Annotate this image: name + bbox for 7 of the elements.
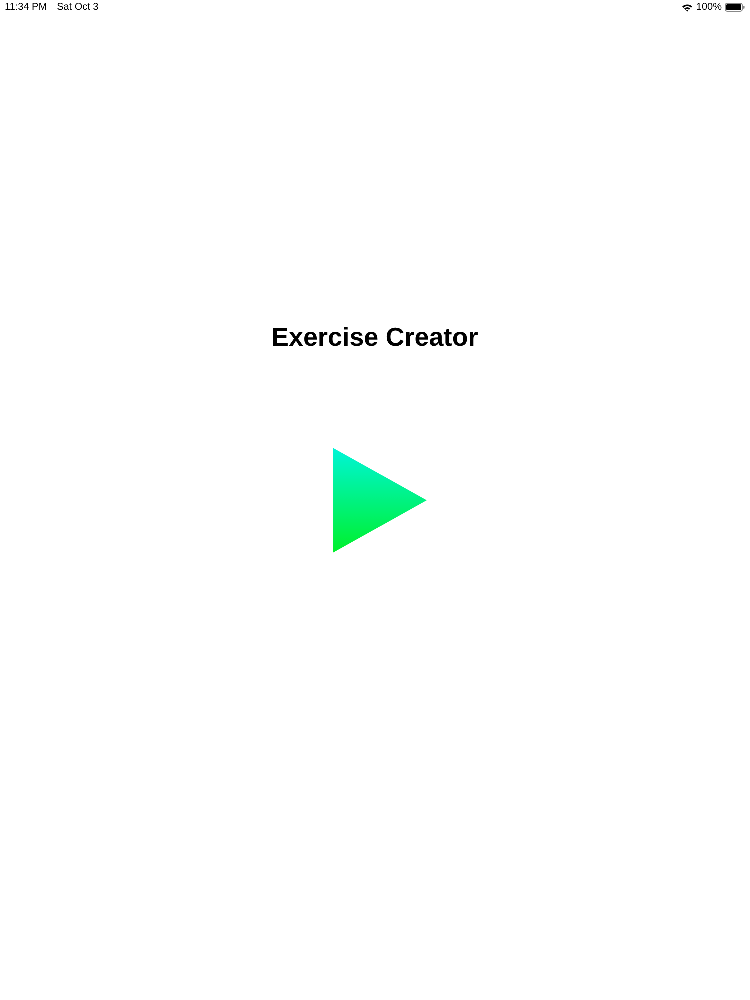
app-title: Exercise Creator xyxy=(272,321,478,354)
battery-percent: 100% xyxy=(696,2,722,13)
play-button[interactable] xyxy=(333,448,427,553)
status-date: Sat Oct 3 xyxy=(57,2,99,13)
status-time: 11:34 PM xyxy=(5,2,48,13)
wifi-icon xyxy=(682,4,694,12)
battery-icon xyxy=(725,3,745,12)
